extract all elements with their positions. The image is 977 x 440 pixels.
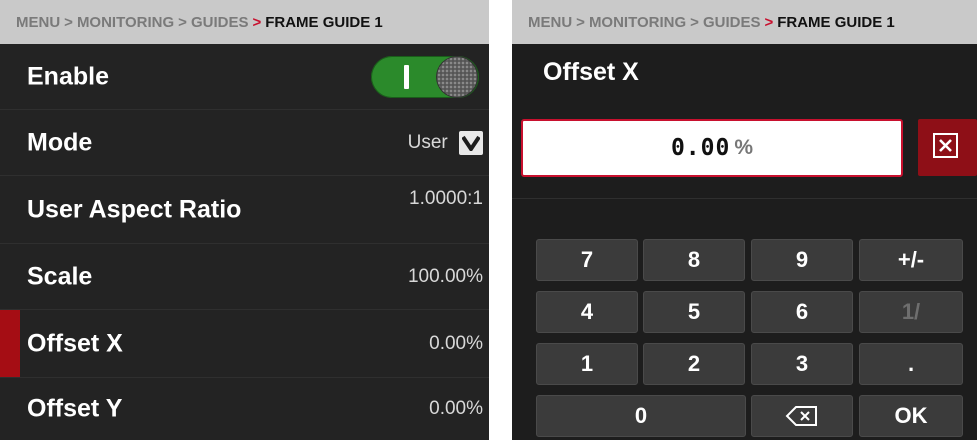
key-3[interactable]: 3 xyxy=(751,343,853,385)
offset-y-label: Offset Y xyxy=(27,394,123,423)
breadcrumb-menu[interactable]: MENU xyxy=(16,14,60,31)
entry-value: 0.00 xyxy=(670,135,731,161)
key-8[interactable]: 8 xyxy=(643,239,745,281)
user-aspect-ratio-label: User Aspect Ratio xyxy=(27,195,242,223)
user-aspect-ratio-value: 1.0000:1 xyxy=(409,187,483,209)
offset-x-value: 0.00% xyxy=(429,332,483,354)
mode-dropdown[interactable]: User xyxy=(407,130,483,155)
user-aspect-ratio-row[interactable]: User Aspect Ratio 1.0000:1 xyxy=(0,176,489,244)
scale-label: Scale xyxy=(27,262,93,290)
offset-y-row[interactable]: Offset Y 0.00% xyxy=(0,378,489,440)
breadcrumb-separator-active: > xyxy=(252,13,262,31)
key-2[interactable]: 2 xyxy=(643,343,745,385)
key-5[interactable]: 5 xyxy=(643,291,745,333)
clear-button[interactable] xyxy=(918,119,977,176)
key-4[interactable]: 4 xyxy=(536,291,638,333)
breadcrumb-monitoring[interactable]: MONITORING xyxy=(77,14,174,31)
breadcrumb-current: FRAME GUIDE 1 xyxy=(265,13,383,31)
breadcrumb: MENU > MONITORING > GUIDES > FRAME GUIDE… xyxy=(512,0,977,44)
value-entry-field[interactable]: 0.00 % xyxy=(521,119,903,177)
breadcrumb-separator: > xyxy=(576,13,585,31)
breadcrumb-guides[interactable]: GUIDES xyxy=(703,14,761,31)
breadcrumb: MENU > MONITORING > GUIDES > FRAME GUIDE… xyxy=(0,0,489,44)
backspace-icon xyxy=(785,406,817,426)
enable-row[interactable]: Enable xyxy=(0,44,489,110)
key-7[interactable]: 7 xyxy=(536,239,638,281)
breadcrumb-separator: > xyxy=(178,13,187,31)
enable-toggle[interactable] xyxy=(371,56,479,98)
offset-x-row[interactable]: Offset X 0.00% xyxy=(0,310,489,378)
backspace-button[interactable] xyxy=(751,395,853,437)
offset-y-value: 0.00% xyxy=(429,398,483,419)
mode-label: Mode xyxy=(27,128,93,156)
mode-row[interactable]: Mode User xyxy=(0,110,489,176)
toggle-knob[interactable] xyxy=(437,57,477,97)
breadcrumb-current: FRAME GUIDE 1 xyxy=(777,13,895,31)
scale-value: 100.00% xyxy=(407,265,483,287)
key-0[interactable]: 0 xyxy=(536,395,746,437)
chevron-down-icon[interactable] xyxy=(459,130,483,155)
toggle-on-indicator xyxy=(404,65,409,89)
close-box-icon xyxy=(933,133,958,158)
key-plus-minus[interactable]: +/- xyxy=(859,239,963,281)
divider xyxy=(512,198,977,199)
breadcrumb-guides[interactable]: GUIDES xyxy=(191,14,249,31)
key-1[interactable]: 1 xyxy=(536,343,638,385)
breadcrumb-separator: > xyxy=(64,13,73,31)
ok-button[interactable]: OK xyxy=(859,395,963,437)
entry-unit: % xyxy=(734,136,754,159)
key-9[interactable]: 9 xyxy=(751,239,853,281)
breadcrumb-monitoring[interactable]: MONITORING xyxy=(589,14,686,31)
settings-panel: MENU > MONITORING > GUIDES > FRAME GUIDE… xyxy=(0,0,489,440)
selection-marker xyxy=(0,310,20,377)
breadcrumb-separator: > xyxy=(690,13,699,31)
editor-title: Offset X xyxy=(543,58,639,86)
key-6[interactable]: 6 xyxy=(751,291,853,333)
key-reciprocal[interactable]: 1/ xyxy=(859,291,963,333)
scale-row[interactable]: Scale 100.00% xyxy=(0,244,489,310)
key-decimal[interactable]: . xyxy=(859,343,963,385)
mode-value: User xyxy=(407,131,448,153)
offset-x-label: Offset X xyxy=(27,329,123,357)
numeric-entry-panel: MENU > MONITORING > GUIDES > FRAME GUIDE… xyxy=(512,0,977,440)
enable-label: Enable xyxy=(27,62,109,90)
breadcrumb-menu[interactable]: MENU xyxy=(528,14,572,31)
breadcrumb-separator-active: > xyxy=(764,13,774,31)
